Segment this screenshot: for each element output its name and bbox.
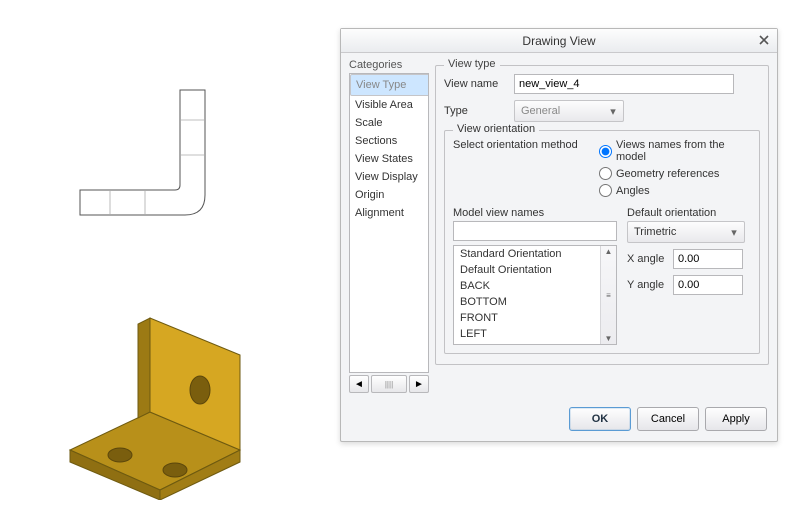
drawing-2d-view	[60, 80, 230, 240]
categories-nav-scroll[interactable]: ||||	[371, 375, 407, 393]
model-view-names-list[interactable]: Standard Orientation Default Orientation…	[453, 245, 617, 345]
default-orientation-label: Default orientation	[627, 207, 751, 219]
apply-button[interactable]: Apply	[705, 407, 767, 431]
category-item-view-states[interactable]: View States	[350, 150, 428, 168]
scroll-down-icon[interactable]: ▼	[604, 333, 614, 344]
drawing-3d-preview	[50, 300, 270, 500]
categories-nav-next[interactable]: ►	[409, 375, 429, 393]
orientation-radio-geometry-refs[interactable]	[599, 167, 612, 180]
scroll-grip-icon[interactable]: ≡	[605, 290, 612, 301]
categories-nav-prev[interactable]: ◄	[349, 375, 369, 393]
list-item[interactable]: LEFT	[454, 326, 616, 342]
category-item-origin[interactable]: Origin	[350, 186, 428, 204]
default-orientation-select[interactable]: Trimetric ▾	[627, 221, 745, 243]
bracket-3d-icon	[50, 300, 270, 500]
ok-button[interactable]: OK	[569, 407, 631, 431]
view-type-panel: View type View name Type General ▾ View …	[435, 59, 769, 393]
default-orientation-value: Trimetric	[634, 226, 676, 238]
type-select: General ▾	[514, 100, 624, 122]
list-item[interactable]: Standard Orientation	[454, 246, 616, 262]
list-item[interactable]: FRONT	[454, 310, 616, 326]
chevron-down-icon: ▾	[607, 105, 619, 117]
list-item[interactable]: Default Orientation	[454, 262, 616, 278]
y-angle-label: Y angle	[627, 279, 669, 291]
category-item-alignment[interactable]: Alignment	[350, 204, 428, 222]
model-view-names-label: Model view names	[453, 207, 617, 219]
categories-nav: ◄ |||| ►	[349, 375, 429, 393]
dialog-body: Categories View Type Visible Area Scale …	[341, 53, 777, 401]
view-name-input[interactable]	[514, 74, 734, 94]
dialog-titlebar: Drawing View	[341, 29, 777, 53]
orientation-radio-label-2: Angles	[616, 185, 650, 197]
view-name-label: View name	[444, 78, 508, 90]
categories-column: Categories View Type Visible Area Scale …	[349, 59, 429, 393]
model-view-names-column: Model view names Standard Orientation De…	[453, 207, 617, 345]
category-item-view-type[interactable]: View Type	[350, 74, 429, 96]
list-item[interactable]: BACK	[454, 278, 616, 294]
x-angle-input[interactable]	[673, 249, 743, 269]
type-select-value: General	[521, 105, 560, 117]
view-orientation-legend: View orientation	[453, 123, 539, 135]
orientation-radio-label-1: Geometry references	[616, 168, 719, 180]
view-orientation-fieldset: View orientation Select orientation meth…	[444, 130, 760, 354]
drawing-view-dialog: Drawing View Categories View Type Visibl…	[340, 28, 778, 442]
close-icon	[759, 35, 769, 45]
category-item-view-display[interactable]: View Display	[350, 168, 428, 186]
default-orientation-column: Default orientation Trimetric ▾ X angle …	[627, 207, 751, 345]
chevron-down-icon: ▾	[728, 226, 740, 238]
orientation-radio-model-names[interactable]	[599, 145, 612, 158]
category-item-visible-area[interactable]: Visible Area	[350, 96, 428, 114]
scroll-up-icon[interactable]: ▲	[604, 246, 614, 257]
x-angle-label: X angle	[627, 253, 669, 265]
close-button[interactable]	[755, 31, 773, 49]
view-type-fieldset: View type View name Type General ▾ View …	[435, 65, 769, 365]
orientation-radio-label-0: Views names from the model	[616, 139, 751, 163]
list-item[interactable]: BOTTOM	[454, 294, 616, 310]
categories-label: Categories	[349, 59, 429, 71]
cancel-button[interactable]: Cancel	[637, 407, 699, 431]
category-item-sections[interactable]: Sections	[350, 132, 428, 150]
type-label: Type	[444, 105, 508, 117]
l-shape-outline-icon	[60, 80, 230, 240]
orientation-radio-angles[interactable]	[599, 184, 612, 197]
listbox-scrollbar[interactable]: ▲ ≡ ▼	[600, 246, 616, 344]
categories-list[interactable]: View Type Visible Area Scale Sections Vi…	[349, 73, 429, 373]
orientation-method-radiogroup: Views names from the model Geometry refe…	[599, 139, 751, 201]
view-type-heading: View type	[444, 58, 500, 70]
orientation-method-label: Select orientation method	[453, 139, 593, 151]
dialog-button-row: OK Cancel Apply	[341, 401, 777, 441]
y-angle-input[interactable]	[673, 275, 743, 295]
dialog-title: Drawing View	[522, 34, 595, 48]
model-view-names-input[interactable]	[453, 221, 617, 241]
category-item-scale[interactable]: Scale	[350, 114, 428, 132]
